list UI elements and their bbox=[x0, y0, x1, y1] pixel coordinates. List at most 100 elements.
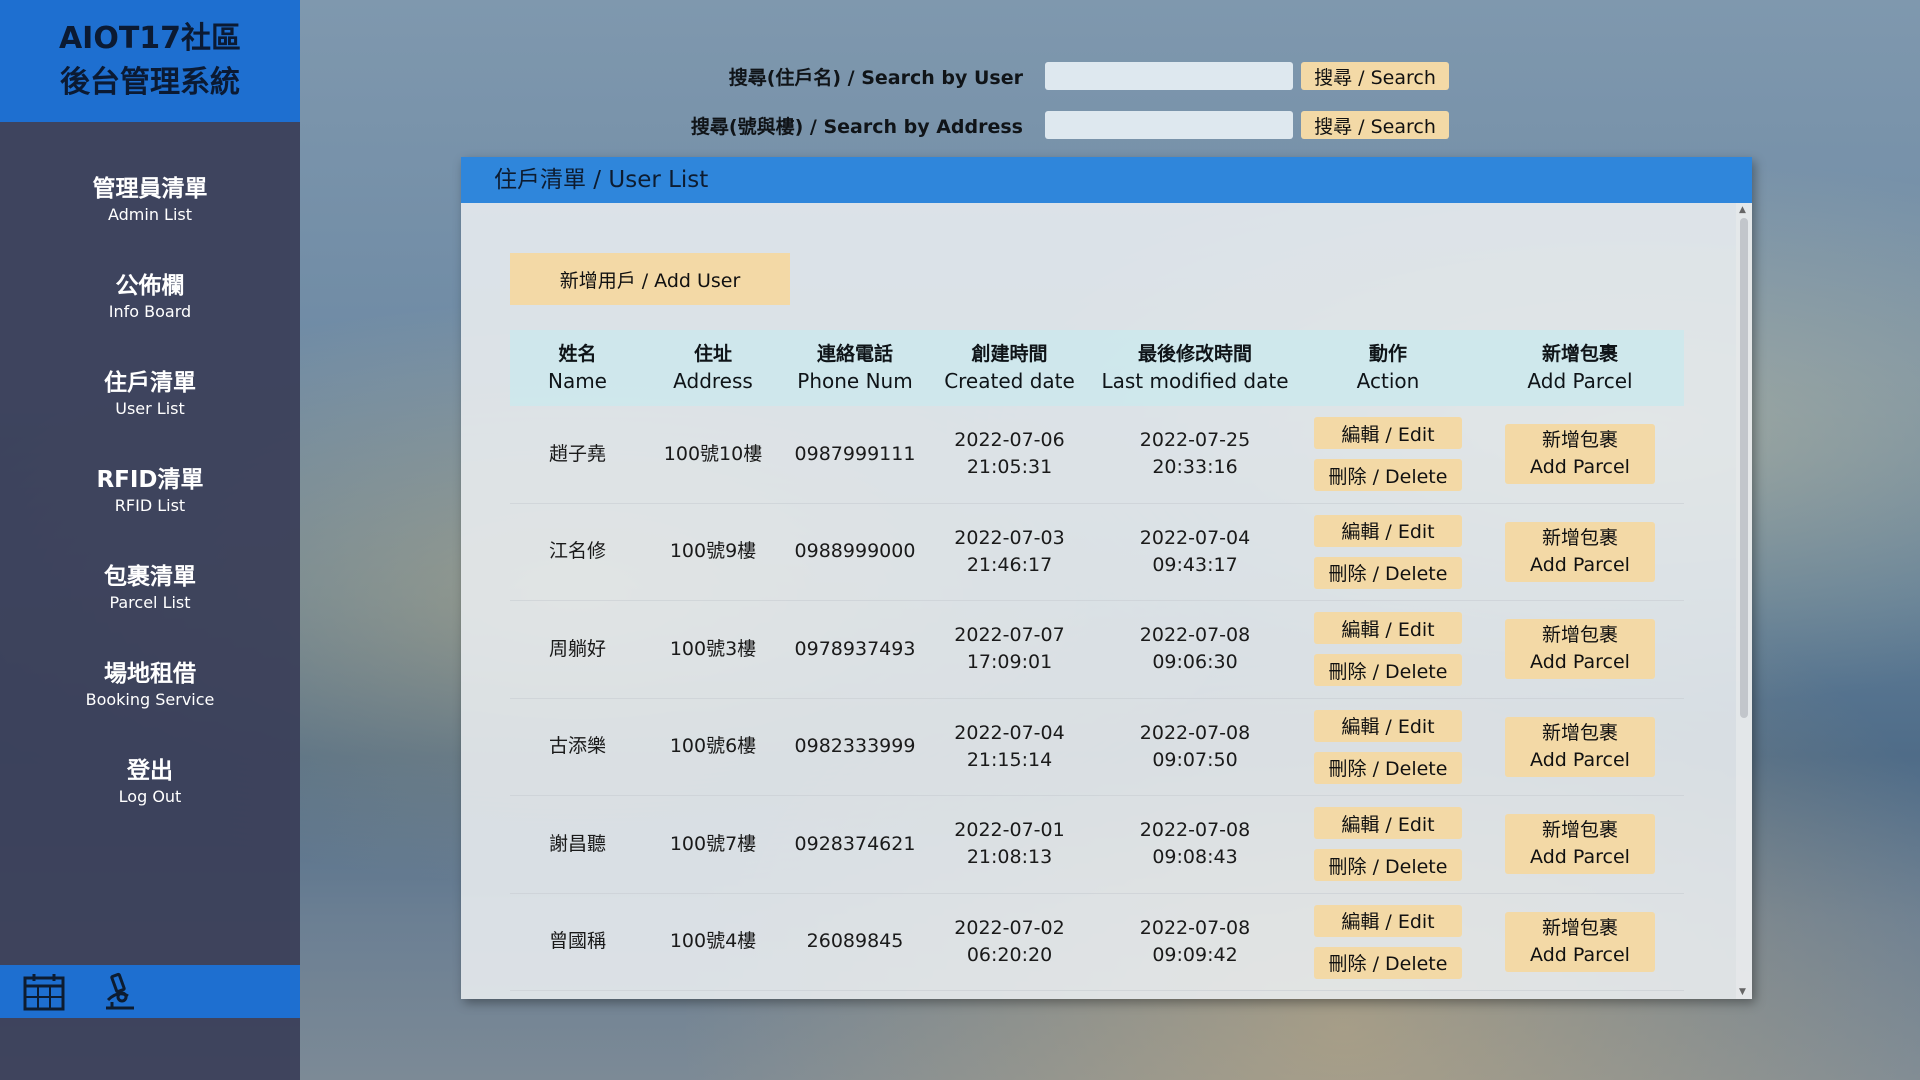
cell-phone: 0987999111 bbox=[794, 442, 916, 465]
edit-button[interactable]: 編輯 / Edit bbox=[1314, 514, 1462, 547]
column-header-action: 動作 Action bbox=[1356, 343, 1420, 393]
sidebar-nav: 管理員清單 Admin List 公佈欄 Info Board 住戶清單 Use… bbox=[0, 122, 300, 853]
edit-button[interactable]: 編輯 / Edit bbox=[1314, 807, 1462, 840]
microscope-icon[interactable] bbox=[98, 972, 142, 1012]
cell-created: 2022-07-04 21:15:14 bbox=[954, 721, 1065, 771]
sidebar-item-label-en: Booking Service bbox=[85, 690, 215, 709]
column-header-phone: 連絡電話 Phone Num bbox=[797, 343, 913, 393]
cell-action: 編輯 / Edit 刪除 / Delete bbox=[1300, 699, 1476, 796]
add-user-button[interactable]: 新增用戶 / Add User bbox=[510, 253, 790, 305]
cell-modified: 2022-07-08 09:07:50 bbox=[1139, 721, 1251, 771]
scroll-thumb[interactable] bbox=[1740, 218, 1748, 718]
column-header-address: 住址 Address bbox=[673, 343, 753, 393]
user-list-panel: 住戶清單 / User List 新增用戶 / Add User 姓名 Name … bbox=[461, 157, 1752, 999]
search-by-user-label: 搜尋(住戶名) / Search by User bbox=[728, 66, 1023, 89]
cell-add-parcel: 新增包裹 Add Parcel bbox=[1476, 894, 1684, 991]
cell-created: 2022-07-02 06:20:20 bbox=[954, 916, 1065, 966]
cell-modified: 2022-07-08 09:09:42 bbox=[1139, 916, 1251, 966]
table-row: 古添樂 100號6樓 0982333999 2022-07-04 21:15:14 202… bbox=[510, 699, 1684, 796]
scrollbar[interactable]: ▲ ▼ bbox=[1736, 203, 1752, 999]
sidebar-item-log-out[interactable]: 登出 Log Out bbox=[0, 756, 300, 853]
sidebar-item-label-en: Log Out bbox=[118, 787, 182, 806]
cell-action: 編輯 / Edit 刪除 / Delete bbox=[1300, 796, 1476, 893]
cell-action: 編輯 / Edit 刪除 / Delete bbox=[1300, 894, 1476, 991]
sidebar-item-info-board[interactable]: 公佈欄 Info Board bbox=[0, 271, 300, 368]
sidebar-item-admin-list[interactable]: 管理員清單 Admin List bbox=[0, 174, 300, 271]
cell-phone: 0978937493 bbox=[794, 637, 916, 660]
cell-action: 編輯 / Edit 刪除 / Delete bbox=[1300, 601, 1476, 698]
cell-name: 周躺好 bbox=[548, 637, 606, 660]
sidebar-item-label-en: RFID List bbox=[114, 496, 186, 515]
search-by-user-button[interactable]: 搜尋 / Search bbox=[1301, 62, 1449, 90]
cell-created: 2022-07-06 21:05:31 bbox=[954, 429, 1065, 479]
calendar-icon[interactable] bbox=[22, 972, 66, 1012]
add-parcel-button[interactable]: 新增包裹 Add Parcel bbox=[1505, 424, 1655, 485]
cell-address: 100號4樓 bbox=[669, 930, 757, 953]
search-by-user-row: 搜尋(住戶名) / Search by User 搜尋 / Search bbox=[300, 62, 1449, 90]
delete-button[interactable]: 刪除 / Delete bbox=[1314, 751, 1462, 784]
delete-button[interactable]: 刪除 / Delete bbox=[1314, 459, 1462, 492]
delete-button[interactable]: 刪除 / Delete bbox=[1314, 556, 1462, 589]
edit-button[interactable]: 編輯 / Edit bbox=[1314, 417, 1462, 450]
brand-line-2: 後台管理系統 bbox=[60, 65, 240, 100]
panel-title: 住戶清單 / User List bbox=[461, 157, 1752, 203]
edit-button[interactable]: 編輯 / Edit bbox=[1314, 904, 1462, 937]
cell-address: 100號7樓 bbox=[669, 832, 757, 855]
cell-phone: 0928374621 bbox=[794, 832, 916, 855]
sidebar-item-booking-service[interactable]: 場地租借 Booking Service bbox=[0, 659, 300, 756]
cell-action: 編輯 / Edit 刪除 / Delete bbox=[1300, 406, 1476, 503]
brand-line-1: AIOT17社區 bbox=[58, 21, 242, 56]
cell-address: 100號10樓 bbox=[663, 442, 763, 465]
cell-created: 2022-07-03 21:46:17 bbox=[954, 526, 1065, 576]
add-parcel-button[interactable]: 新增包裹 Add Parcel bbox=[1505, 911, 1655, 972]
cell-modified: 2022-07-04 09:43:17 bbox=[1139, 526, 1251, 576]
scroll-up-arrow[interactable]: ▲ bbox=[1739, 205, 1746, 215]
sidebar-item-label-zh: 登出 bbox=[127, 758, 173, 784]
sidebar-item-parcel-list[interactable]: 包裹清單 Parcel List bbox=[0, 562, 300, 659]
sidebar-item-label-en: User List bbox=[115, 399, 185, 418]
cell-address: 100號9樓 bbox=[669, 540, 757, 563]
sidebar-item-label-zh: 住戶清單 bbox=[104, 370, 196, 396]
sidebar-item-label-zh: 管理員清單 bbox=[92, 176, 208, 202]
panel-body[interactable]: 新增用戶 / Add User 姓名 Name 住址 Address 連絡電話 Pho… bbox=[461, 203, 1752, 999]
table-row: 謝昌聽 100號7樓 0928374621 2022-07-01 21:08:13 202… bbox=[510, 796, 1684, 894]
cell-modified: 2022-07-08 09:06:30 bbox=[1139, 624, 1251, 674]
cell-add-parcel: 新增包裹 Add Parcel bbox=[1476, 504, 1684, 601]
edit-button[interactable]: 編輯 / Edit bbox=[1314, 612, 1462, 645]
cell-add-parcel: 新增包裹 Add Parcel bbox=[1476, 796, 1684, 893]
delete-button[interactable]: 刪除 / Delete bbox=[1314, 654, 1462, 687]
column-header-name: 姓名 Name bbox=[547, 343, 607, 393]
add-parcel-button[interactable]: 新增包裹 Add Parcel bbox=[1505, 521, 1655, 582]
cell-add-parcel: 新增包裹 Add Parcel bbox=[1476, 601, 1684, 698]
sidebar-item-rfid-list[interactable]: RFID清單 RFID List bbox=[0, 465, 300, 562]
table-row: 江名修 100號9樓 0988999000 2022-07-03 21:46:17 202… bbox=[510, 504, 1684, 601]
edit-button[interactable]: 編輯 / Edit bbox=[1314, 709, 1462, 742]
cell-address: 100號6樓 bbox=[669, 735, 757, 758]
delete-button[interactable]: 刪除 / Delete bbox=[1314, 946, 1462, 979]
brand-title: AIOT17社區 後台管理系統 bbox=[0, 0, 300, 122]
sidebar-item-label-zh: RFID清單 bbox=[96, 467, 204, 493]
sidebar-item-label-en: Info Board bbox=[108, 302, 192, 321]
scroll-down-arrow[interactable]: ▼ bbox=[1739, 987, 1746, 997]
cell-created: 2022-07-01 21:08:13 bbox=[954, 819, 1065, 869]
sidebar-item-label-zh: 公佈欄 bbox=[115, 273, 185, 299]
column-header-add-parcel: 新增包裹 Add Parcel bbox=[1527, 343, 1633, 393]
cell-name: 趙子堯 bbox=[548, 442, 606, 465]
column-header-modified: 最後修改時間 Last modified date bbox=[1101, 343, 1289, 393]
cell-add-parcel: 新增包裹 Add Parcel bbox=[1476, 406, 1684, 503]
sidebar-footer bbox=[0, 965, 300, 1018]
sidebar-item-user-list[interactable]: 住戶清單 User List bbox=[0, 368, 300, 465]
cell-address: 100號3樓 bbox=[669, 637, 757, 660]
delete-button[interactable]: 刪除 / Delete bbox=[1314, 849, 1462, 882]
search-by-address-input[interactable] bbox=[1045, 111, 1293, 139]
add-parcel-button[interactable]: 新增包裹 Add Parcel bbox=[1505, 619, 1655, 680]
sidebar-item-label-en: Admin List bbox=[107, 205, 193, 224]
search-by-address-button[interactable]: 搜尋 / Search bbox=[1301, 111, 1449, 139]
search-by-user-input[interactable] bbox=[1045, 62, 1293, 90]
add-parcel-button[interactable]: 新增包裹 Add Parcel bbox=[1505, 716, 1655, 777]
table-row: 趙子堯 100號10樓 0987999111 2022-07-06 21:05:31 20… bbox=[510, 406, 1684, 504]
add-parcel-button[interactable]: 新增包裹 Add Parcel bbox=[1505, 814, 1655, 875]
cell-created: 2022-07-07 17:09:01 bbox=[954, 624, 1065, 674]
cell-name: 古添樂 bbox=[548, 735, 606, 758]
column-header-created: 創建時間 Created date bbox=[944, 343, 1075, 393]
